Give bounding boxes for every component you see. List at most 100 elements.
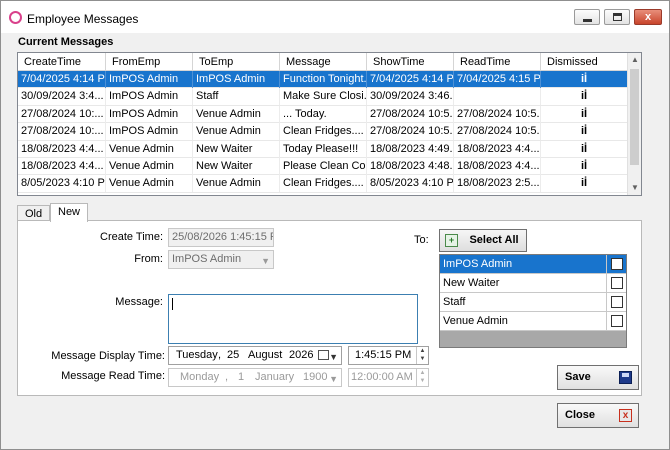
table-cell: Clean Fridges.... bbox=[280, 175, 367, 193]
from-label: From: bbox=[134, 253, 163, 265]
read-date-month: January bbox=[255, 371, 295, 383]
table-cell: Venue Admin bbox=[106, 140, 193, 158]
table-cell: 27/08/2024 10:... bbox=[18, 105, 106, 123]
save-button[interactable]: Save bbox=[557, 365, 639, 390]
read-date-picker: Monday , 1 January 1900 ▼ bbox=[168, 368, 342, 387]
table-cell: ... Today. bbox=[280, 105, 367, 123]
select-all-button[interactable]: + Select All bbox=[439, 229, 527, 252]
from-select-value: ImPOS Admin bbox=[172, 253, 242, 265]
table-cell: ImPOS Admin bbox=[106, 123, 193, 141]
table-cell: 30/09/2024 3:4... bbox=[18, 88, 106, 106]
table-cell: 27/08/2024 10:... bbox=[18, 123, 106, 141]
table-cell: Please Clean Co... bbox=[280, 158, 367, 175]
table-row[interactable]: 18/08/2023 4:4... Venue Admin New Waiter Pl… bbox=[18, 158, 628, 176]
recipient-checkbox[interactable] bbox=[611, 296, 623, 308]
window-title: Employee Messages bbox=[27, 12, 139, 26]
table-cell: ImPOS Admin bbox=[193, 71, 280, 88]
recipient-checkbox[interactable] bbox=[611, 258, 623, 270]
table-cell: New Waiter bbox=[193, 140, 280, 158]
table-cell: 27/08/2024 10:5... bbox=[367, 123, 454, 141]
table-cell: iİ bbox=[541, 158, 628, 175]
column-header-toemp[interactable]: ToEmp bbox=[193, 53, 280, 71]
message-input[interactable] bbox=[168, 294, 418, 344]
read-time-value: 12:00:00 AM bbox=[351, 371, 413, 383]
table-cell: 7/04/2025 4:14 PM bbox=[18, 71, 106, 88]
table-cell: 7/04/2025 4:15 PM bbox=[454, 71, 541, 88]
floppy-disk-icon bbox=[619, 371, 632, 384]
table-cell: Staff bbox=[193, 88, 280, 106]
time-spinner-icon: ▲ ▼ bbox=[416, 369, 428, 386]
recipient-name: Staff bbox=[443, 293, 607, 312]
table-row[interactable]: 27/08/2024 10:... ImPOS Admin Venue Admin C… bbox=[18, 123, 628, 141]
table-cell: Today Please!!! bbox=[280, 140, 367, 158]
column-header-createtime[interactable]: CreateTime bbox=[18, 53, 106, 71]
chevron-down-icon: ▼ bbox=[329, 374, 338, 384]
table-row[interactable]: 7/04/2025 4:14 PM ImPOS Admin ImPOS Admin F… bbox=[18, 71, 628, 89]
display-date-separator: , bbox=[218, 349, 222, 361]
create-time-label: Create Time: bbox=[100, 231, 163, 243]
display-date-picker[interactable]: Tuesday , 25 August 2026 ▼ bbox=[168, 346, 342, 365]
column-header-showtime[interactable]: ShowTime bbox=[367, 53, 454, 71]
display-date-weekday: Tuesday bbox=[176, 349, 218, 361]
recipient-checkbox[interactable] bbox=[611, 315, 623, 327]
read-date-separator: , bbox=[225, 371, 229, 383]
recipient-item[interactable]: Staff bbox=[440, 293, 626, 312]
close-button-label: Close bbox=[565, 409, 595, 421]
to-label: To: bbox=[414, 234, 429, 246]
table-cell: 27/08/2024 10:5... bbox=[454, 123, 541, 141]
recipient-name: Venue Admin bbox=[443, 312, 607, 331]
table-row[interactable]: 30/09/2024 3:4... ImPOS Admin Staff Make Su… bbox=[18, 88, 628, 106]
table-cell: Venue Admin bbox=[106, 158, 193, 175]
recipient-item[interactable]: New Waiter bbox=[440, 274, 626, 293]
tab-new[interactable]: New bbox=[50, 203, 88, 222]
save-button-label: Save bbox=[565, 371, 591, 383]
column-header-dismissed[interactable]: Dismissed bbox=[541, 53, 628, 71]
recipient-checkbox[interactable] bbox=[611, 277, 623, 289]
scroll-up-icon[interactable]: ▲ bbox=[628, 53, 641, 67]
recipient-item[interactable]: Venue Admin bbox=[440, 312, 626, 331]
window-close-button[interactable]: x bbox=[634, 9, 662, 25]
table-row[interactable]: 27/08/2024 10:... ImPOS Admin Venue Admin.… bbox=[18, 105, 628, 124]
maximize-button[interactable] bbox=[604, 9, 630, 25]
read-date-year: 1900 bbox=[303, 371, 328, 383]
scroll-thumb[interactable] bbox=[630, 69, 639, 165]
table-row[interactable]: 8/05/2023 4:10 PM Venue Admin Venue Admin C… bbox=[18, 175, 628, 193]
calendar-icon bbox=[318, 350, 329, 360]
close-button[interactable]: Close x bbox=[557, 403, 639, 428]
display-time-value: 1:45:15 PM bbox=[355, 349, 412, 361]
employee-messages-window: Employee Messages x Current Messages Cre… bbox=[0, 0, 670, 450]
table-cell: 18/08/2023 4:49... bbox=[367, 140, 454, 158]
chevron-down-icon: ▼ bbox=[261, 256, 270, 266]
minimize-icon bbox=[583, 19, 592, 22]
table-cell: ImPOS Admin bbox=[106, 105, 193, 123]
scroll-down-icon[interactable]: ▼ bbox=[628, 181, 641, 195]
read-time-input: 12:00:00 AM ▲ ▼ bbox=[348, 368, 429, 387]
table-cell: Clean Fridges.... bbox=[280, 123, 367, 141]
text-caret bbox=[172, 298, 173, 310]
display-date-year: 2026 bbox=[289, 349, 314, 361]
column-header-message[interactable]: Message bbox=[280, 53, 367, 71]
table-cell: 18/08/2023 4:4... bbox=[18, 158, 106, 175]
messages-grid: CreateTime FromEmp ToEmp Message ShowTim… bbox=[17, 52, 642, 196]
display-time-input[interactable]: 1:45:15 PM ▲ ▼ bbox=[348, 346, 429, 365]
column-header-readtime[interactable]: ReadTime bbox=[454, 53, 541, 71]
table-cell bbox=[454, 88, 541, 106]
column-header-fromemp[interactable]: FromEmp bbox=[106, 53, 193, 71]
recipient-item[interactable]: ImPOS Admin bbox=[440, 255, 626, 274]
display-date-month: August bbox=[248, 349, 283, 361]
read-date-weekday: Monday bbox=[180, 371, 220, 383]
table-cell: ImPOS Admin bbox=[106, 71, 193, 88]
time-spinner-icon[interactable]: ▲ ▼ bbox=[416, 347, 428, 364]
minimize-button[interactable] bbox=[574, 9, 600, 25]
table-cell: 7/04/2025 4:14 PM bbox=[367, 71, 454, 88]
new-message-panel: Create Time: 25/08/2026 1:45:15 F From: … bbox=[17, 220, 642, 396]
message-label: Message: bbox=[115, 296, 163, 308]
display-date-day: 25 bbox=[227, 349, 240, 361]
grid-header: CreateTime FromEmp ToEmp Message ShowTim… bbox=[18, 53, 628, 71]
table-cell: iİ bbox=[541, 105, 628, 123]
grid-scrollbar[interactable]: ▲ ▼ bbox=[627, 53, 641, 195]
select-all-label: Select All bbox=[469, 234, 519, 246]
table-cell: New Waiter bbox=[193, 158, 280, 175]
from-select: ImPOS Admin ▼ bbox=[168, 250, 274, 269]
table-row[interactable]: 18/08/2023 4:4... Venue Admin New Waiter To… bbox=[18, 140, 628, 158]
